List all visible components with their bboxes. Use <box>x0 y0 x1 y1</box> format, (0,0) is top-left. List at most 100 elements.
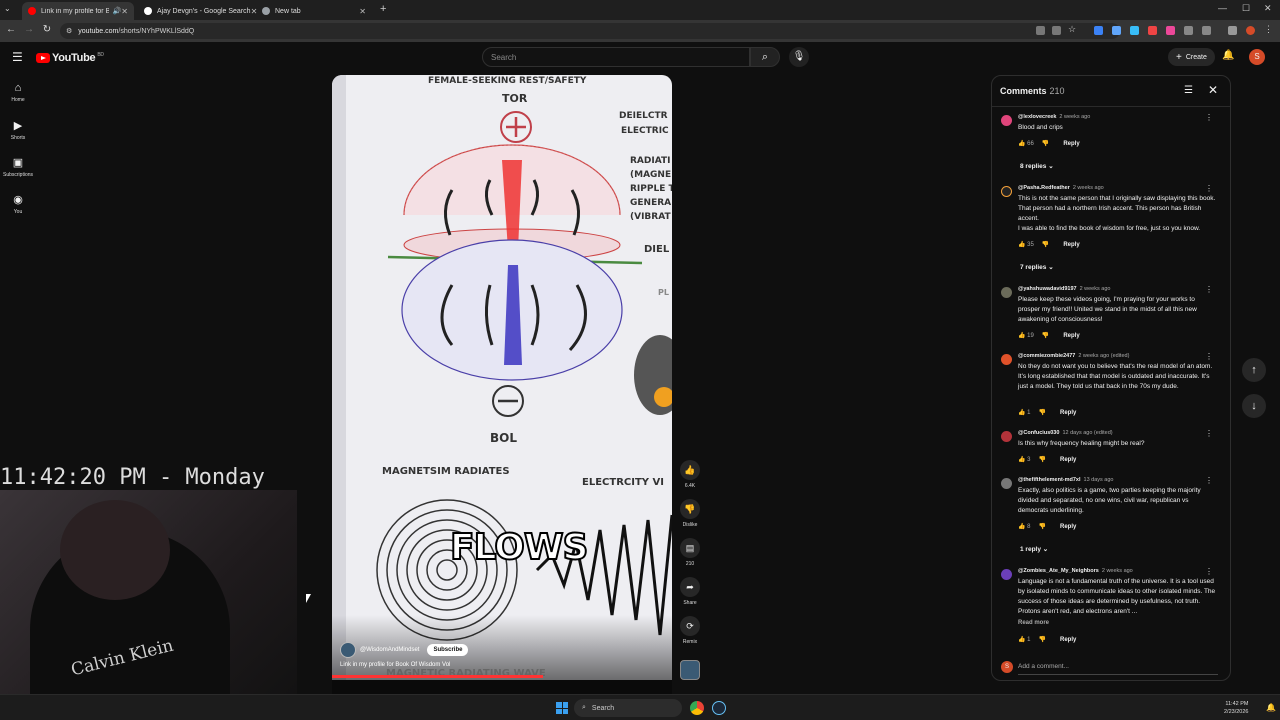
replies-toggle[interactable]: 1 reply ⌄ <box>1020 545 1048 553</box>
extension-icon[interactable] <box>1094 26 1103 35</box>
commenter-avatar[interactable] <box>1001 431 1012 442</box>
tab-list-button[interactable]: ⌄ <box>4 4 11 13</box>
sidebar-item-subscriptions[interactable]: ▣ Subscriptions <box>0 156 36 178</box>
windows-start-icon[interactable] <box>556 702 568 714</box>
like-icon[interactable]: 👍 <box>1018 456 1025 463</box>
extension-icon[interactable] <box>1148 26 1157 35</box>
channel-handle[interactable]: @WisdomAndMindset <box>360 647 419 653</box>
address-bar[interactable]: ⚙ youtube.com/shorts/NYhPWKLlSddQ <box>60 23 1120 39</box>
sidebar-item-shorts[interactable]: ▶ Shorts <box>0 119 36 141</box>
steam-icon[interactable] <box>712 701 726 715</box>
more-options-icon[interactable]: ⋮ <box>1205 285 1213 294</box>
more-options-icon[interactable]: ⋮ <box>1205 429 1213 438</box>
close-window-icon[interactable]: ✕ <box>1264 3 1272 14</box>
sort-icon[interactable]: ☰ <box>1184 85 1193 96</box>
more-options-icon[interactable]: ⋮ <box>1205 476 1213 485</box>
reply-button[interactable]: Reply <box>1060 637 1076 643</box>
account-avatar[interactable]: S <box>1249 49 1265 65</box>
extension-icon[interactable] <box>1112 26 1121 35</box>
video-title[interactable]: Link in my profile for Book Of Wisdom Vo… <box>340 662 450 668</box>
channel-avatar[interactable] <box>340 642 356 658</box>
system-clock[interactable]: 11:42 PM 2/23/2026 <box>1224 700 1248 716</box>
profile-avatar-icon[interactable] <box>1246 26 1255 35</box>
reply-button[interactable]: Reply <box>1063 141 1079 147</box>
more-options-icon[interactable]: ⋮ <box>1205 184 1213 193</box>
sidebar-item-you[interactable]: ◉ You <box>0 193 36 215</box>
dislike-icon[interactable]: 👎 <box>1039 456 1046 463</box>
commenter-avatar[interactable] <box>1001 186 1012 197</box>
replies-toggle[interactable]: 7 replies ⌄ <box>1020 263 1054 271</box>
close-tab-icon[interactable]: ✕ <box>359 7 366 16</box>
like-icon[interactable]: 👍 <box>1018 636 1025 643</box>
like-button[interactable]: 👍 6.4K <box>678 460 702 489</box>
browser-menu-icon[interactable]: ⋮ <box>1264 24 1273 34</box>
bookmark-star-icon[interactable]: ☆ <box>1068 24 1077 34</box>
extension-icon[interactable] <box>1184 26 1193 35</box>
replies-toggle[interactable]: 8 replies ⌄ <box>1020 162 1054 170</box>
cast-icon[interactable] <box>1052 26 1061 35</box>
more-options-icon[interactable]: ⋮ <box>1205 352 1213 361</box>
remix-button[interactable]: ⟳ Remix <box>678 616 702 645</box>
like-icon[interactable]: 👍 <box>1018 140 1025 147</box>
more-options-icon[interactable]: ⋮ <box>1205 567 1213 576</box>
comment-handle[interactable]: @Zombies_Ate_My_Neighbors <box>1018 568 1099 574</box>
close-icon[interactable]: ✕ <box>1208 83 1218 97</box>
notifications-bell-icon[interactable]: 🔔 <box>1222 50 1234 61</box>
reply-button[interactable]: Reply <box>1063 333 1079 339</box>
comment-handle[interactable]: @Pasha.Redfeather <box>1018 185 1070 191</box>
extensions-puzzle-icon[interactable] <box>1202 26 1211 35</box>
reply-button[interactable]: Reply <box>1060 524 1076 530</box>
translate-icon[interactable] <box>1036 26 1045 35</box>
hamburger-menu-icon[interactable]: ☰ <box>12 50 23 64</box>
commenter-avatar[interactable] <box>1001 478 1012 489</box>
search-button[interactable]: ⌕ <box>750 47 780 67</box>
reply-button[interactable]: Reply <box>1063 242 1079 248</box>
like-icon[interactable]: 👍 <box>1018 332 1025 339</box>
browser-tab-google[interactable]: Ajay Devgn's - Google Search ✕ <box>138 2 257 20</box>
add-comment-input[interactable]: Add a comment... <box>1018 663 1069 670</box>
next-short-button[interactable]: ↓ <box>1242 394 1266 418</box>
video-progress-bar[interactable] <box>332 675 543 678</box>
commenter-avatar[interactable] <box>1001 115 1012 126</box>
search-input[interactable]: Search <box>482 47 750 67</box>
notification-icon[interactable]: 🔔 <box>1266 703 1276 712</box>
like-icon[interactable]: 👍 <box>1018 241 1025 248</box>
comment-handle[interactable]: @thefifthelement-md7xl <box>1018 477 1081 483</box>
comment-handle[interactable]: @lexlovecreek <box>1018 114 1056 120</box>
commenter-avatar[interactable] <box>1001 569 1012 580</box>
dislike-icon[interactable]: 👎 <box>1039 409 1046 416</box>
more-options-icon[interactable]: ⋮ <box>1205 113 1213 122</box>
subscribe-button[interactable]: Subscribe <box>427 644 469 656</box>
sidebar-item-home[interactable]: ⌂ Home <box>0 82 36 103</box>
minimize-icon[interactable]: — <box>1218 3 1227 13</box>
commenter-avatar[interactable] <box>1001 287 1012 298</box>
reply-button[interactable]: Reply <box>1060 410 1076 416</box>
comment-handle[interactable]: @commiezombie2477 <box>1018 353 1075 359</box>
maximize-icon[interactable]: ☐ <box>1242 3 1250 14</box>
taskbar-search[interactable]: ⌕ Search <box>574 699 682 717</box>
previous-short-button[interactable]: ↑ <box>1242 358 1266 382</box>
browser-tab-newtab[interactable]: New tab ✕ <box>256 2 372 20</box>
dislike-icon[interactable]: 👎 <box>1042 140 1049 147</box>
reply-button[interactable]: Reply <box>1060 457 1076 463</box>
comment-handle[interactable]: @yahshuwadavid9197 <box>1018 286 1077 292</box>
dislike-icon[interactable]: 👎 <box>1039 636 1046 643</box>
browser-tab-youtube[interactable]: Link in my profile for Book 🔊 ✕ <box>22 2 134 20</box>
comments-button[interactable]: ▤ 210 <box>678 538 702 567</box>
dislike-icon[interactable]: 👎 <box>1039 523 1046 530</box>
create-button[interactable]: + Create <box>1168 48 1215 66</box>
youtube-logo[interactable]: YouTube BD <box>36 52 104 64</box>
share-button[interactable]: ➦ Share <box>678 577 702 606</box>
like-icon[interactable]: 👍 <box>1018 409 1025 416</box>
close-tab-icon[interactable]: ✕ <box>121 7 128 16</box>
dislike-icon[interactable]: 👎 <box>1042 241 1049 248</box>
dislike-icon[interactable]: 👎 <box>1042 332 1049 339</box>
site-info-icon[interactable]: ⚙ <box>66 27 72 35</box>
extension-icon[interactable] <box>1166 26 1175 35</box>
read-more-link[interactable]: Read more <box>1018 620 1049 626</box>
back-icon[interactable]: ← <box>4 24 18 35</box>
sound-thumbnail[interactable] <box>680 660 700 680</box>
shorts-video-player[interactable]: FEMALE-SEEKING REST/SAFETY TOR DEIELCTR … <box>332 75 672 680</box>
reload-icon[interactable]: ↻ <box>40 24 54 35</box>
forward-icon[interactable]: → <box>22 24 36 35</box>
